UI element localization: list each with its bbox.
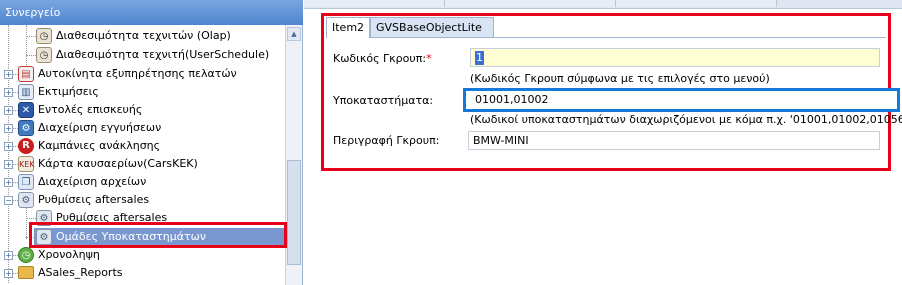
group-code-value: 1 (475, 51, 484, 65)
expand-plus-icon[interactable]: + (4, 251, 13, 260)
tree-item-technician-availability-schedule[interactable]: ◷ Διαθεσιμότητα τεχνιτή(UserSchedule) (0, 46, 285, 64)
tab-gvsbaseobjectlite[interactable]: GVSBaseObjectLite (370, 17, 494, 37)
group-code-field[interactable]: 1 (470, 48, 880, 67)
tree-item-repair-orders[interactable]: + ✕ Εντολές επισκευής (0, 101, 285, 119)
tab-label: GVSBaseObjectLite (376, 21, 482, 34)
emissions-card-icon: KEK (18, 156, 35, 172)
branches-field[interactable]: 01001,01002 (463, 88, 900, 112)
scrollbar-thumb[interactable] (287, 160, 301, 265)
group-description-label: Περιγραφή Γκρουπ: (333, 134, 440, 147)
tree-item-label: Καμπάνιες ανάκλησης (38, 139, 161, 152)
folder-icon (18, 266, 34, 279)
tree-item-aftersales-settings[interactable]: − ⚙ Ρυθμίσεις aftersales (0, 191, 285, 209)
detail-panel: Item2 GVSBaseObjectLite Κωδικός Γκρουπ:*… (304, 0, 902, 285)
tree-item-time-tracking[interactable]: + ◷ Χρονοληψη (0, 246, 285, 264)
tree-item-label: Διαθεσιμότητα τεχνιτή(UserSchedule) (56, 48, 270, 61)
expand-plus-icon[interactable]: + (4, 106, 13, 115)
files-icon: ❐ (18, 174, 34, 190)
clock-user-icon: ◷ (36, 47, 52, 63)
branches-label: Υποκαταστήματα: (333, 94, 434, 107)
tree-item-label: Χρονοληψη (38, 248, 100, 261)
tree-item-asales-reports[interactable]: + ASales_Reports (0, 264, 285, 282)
tree-scrollbar[interactable]: ▲ (285, 25, 302, 285)
tree-item-technician-availability-olap[interactable]: ◷ Διαθεσιμότητα τεχνιτών (Olap) (0, 27, 285, 45)
expand-plus-icon[interactable]: + (4, 269, 13, 278)
tree-header-title: Συνεργείο (5, 6, 61, 19)
settings-gear-icon: ⚙ (18, 192, 34, 208)
estimate-icon: ▥ (18, 84, 34, 100)
tree-item-warranty-management[interactable]: + ⚙ Διαχείριση εγγυήσεων (0, 119, 285, 137)
tree-item-label: Εντολές επισκευής (38, 103, 143, 116)
top-tab[interactable] (304, 0, 445, 7)
tree-item-customer-service-cars[interactable]: + ▤ Αυτοκίνητα εξυπηρέτησης πελατών (0, 65, 285, 83)
expand-plus-icon[interactable]: + (4, 178, 13, 187)
tree-item-label: Διαχείριση αρχείων (38, 175, 147, 188)
tree-item-label: Εκτιμήσεις (38, 85, 99, 98)
top-tab[interactable] (445, 0, 616, 7)
tree-header: Συνεργείο (0, 0, 303, 25)
scroll-up-arrow-icon[interactable]: ▲ (287, 27, 301, 41)
tab-label: Item2 (332, 21, 365, 34)
tree-item-label: Διαχείριση εγγυήσεων (38, 121, 162, 134)
form-tab-strip: Item2 GVSBaseObjectLite (326, 17, 886, 38)
tree-item-label: ASales_Reports (38, 266, 123, 279)
tree-item-label: Ρυθμίσεις aftersales (38, 193, 150, 206)
branches-hint: (Κωδικοί υποκαταστημάτων διαχωριζόμενοι … (470, 113, 902, 126)
expand-plus-icon[interactable]: + (4, 70, 13, 79)
car-list-icon: ▤ (18, 66, 34, 82)
tree-item-label: Αυτοκίνητα εξυπηρέτησης πελατών (38, 67, 237, 80)
timer-clock-icon: ◷ (18, 247, 34, 263)
expand-plus-icon[interactable]: + (4, 124, 13, 133)
tab-divider (326, 37, 886, 38)
branches-value: 01001,01002 (475, 93, 549, 106)
tree-item-estimates[interactable]: + ▥ Εκτιμήσεις (0, 83, 285, 101)
tree-item-emissions-card[interactable]: + KEK Κάρτα καυσαερίων(CarsKEK) (0, 155, 285, 173)
tree-item-label: Διαθεσιμότητα τεχνιτών (Olap) (56, 29, 231, 42)
group-description-value: BMW-MINI (473, 134, 529, 147)
warranty-gear-icon: ⚙ (18, 120, 34, 136)
navigation-tree-panel: Συνεργείο ◷ Διαθεσιμότητα τεχνιτών (Olap… (0, 0, 303, 285)
group-code-hint: (Κωδικός Γκρουπ σύμφωνα με τις επιλογές … (470, 72, 770, 85)
tree-item-file-management[interactable]: + ❐ Διαχείριση αρχείων (0, 173, 285, 191)
repair-tools-icon: ✕ (18, 102, 34, 118)
tree-highlight-box (29, 222, 287, 248)
required-marker: * (426, 52, 432, 65)
group-description-field[interactable]: BMW-MINI (468, 131, 880, 150)
group-code-label: Κωδικός Γκρουπ:* (333, 52, 432, 65)
expand-plus-icon[interactable]: + (4, 88, 13, 97)
tab-item2[interactable]: Item2 (326, 17, 370, 38)
collapse-minus-icon[interactable]: − (4, 196, 13, 205)
tree-item-recall-campaigns[interactable]: + R Καμπάνιες ανάκλησης (0, 137, 285, 155)
expand-plus-icon[interactable]: + (4, 160, 13, 169)
clock-user-icon: ◷ (36, 28, 52, 44)
expand-plus-icon[interactable]: + (4, 142, 13, 151)
top-tab[interactable] (616, 0, 777, 7)
recall-r-icon: R (18, 138, 34, 154)
top-tab-strip (304, 0, 902, 9)
tree-item-label: Κάρτα καυσαερίων(CarsKEK) (38, 157, 198, 170)
